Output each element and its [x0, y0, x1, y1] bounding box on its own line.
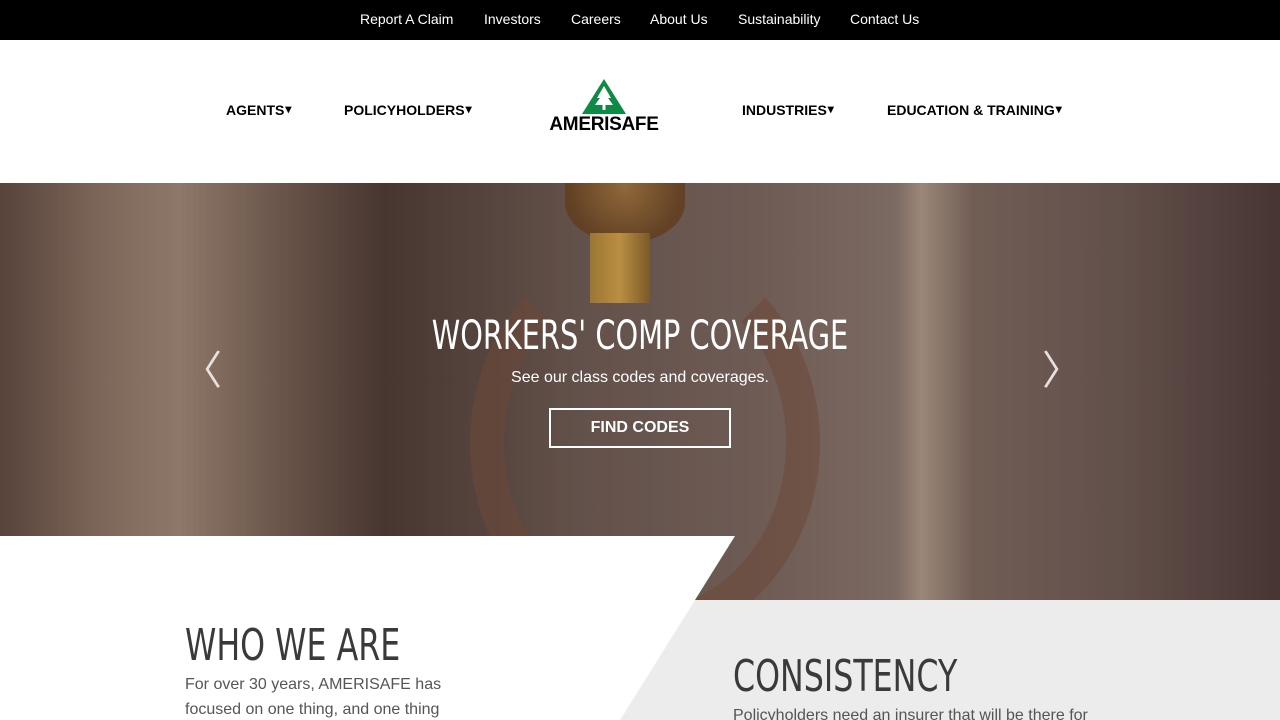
report-claim-link[interactable]: Report A Claim [360, 11, 453, 27]
hero-title: WORKERS' COMP COVERAGE [431, 313, 849, 359]
consistency-heading: CONSISTENCY [733, 651, 958, 702]
main-navigation: AGENTS▾ POLICYHOLDERS▾ AMERISAFE INDUSTR… [0, 40, 1280, 183]
hero-subtitle: See our class codes and coverages. [511, 369, 769, 386]
nav-industries-label: INDUSTRIES [742, 102, 827, 118]
caret-down-icon: ▾ [465, 102, 472, 116]
nav-education-training[interactable]: EDUCATION & TRAINING▾ [887, 102, 1062, 118]
nav-education-label: EDUCATION & TRAINING [887, 102, 1055, 118]
amerisafe-logo[interactable]: AMERISAFE [545, 78, 663, 136]
nav-agents-label: AGENTS [226, 102, 285, 118]
contact-us-link[interactable]: Contact Us [850, 11, 919, 27]
carousel-next-icon[interactable]: 〉 [1042, 338, 1082, 396]
find-codes-button[interactable]: FIND CODES [549, 408, 731, 448]
careers-link[interactable]: Careers [571, 11, 621, 27]
about-us-link[interactable]: About Us [650, 11, 708, 27]
who-we-are-heading: WHO WE ARE [185, 620, 401, 671]
caret-down-icon: ▾ [285, 102, 292, 116]
who-we-are-text: For over 30 years, AMERISAFE has focused… [185, 676, 442, 718]
nav-policyholders-label: POLICYHOLDERS [344, 102, 465, 118]
investors-link[interactable]: Investors [484, 11, 541, 27]
caret-down-icon: ▾ [1055, 102, 1062, 116]
nav-agents[interactable]: AGENTS▾ [226, 102, 291, 118]
sustainability-link[interactable]: Sustainability [738, 11, 821, 27]
nav-policyholders[interactable]: POLICYHOLDERS▾ [344, 102, 472, 118]
nav-industries[interactable]: INDUSTRIES▾ [742, 102, 834, 118]
logo-wordmark: AMERISAFE [549, 114, 659, 135]
top-utility-bar: Report A Claim Investors Careers About U… [0, 0, 1280, 40]
tree-triangle-icon [582, 79, 626, 114]
consistency-text: Policyholders need an insurer that will … [733, 707, 1088, 720]
caret-down-icon: ▾ [827, 102, 834, 116]
